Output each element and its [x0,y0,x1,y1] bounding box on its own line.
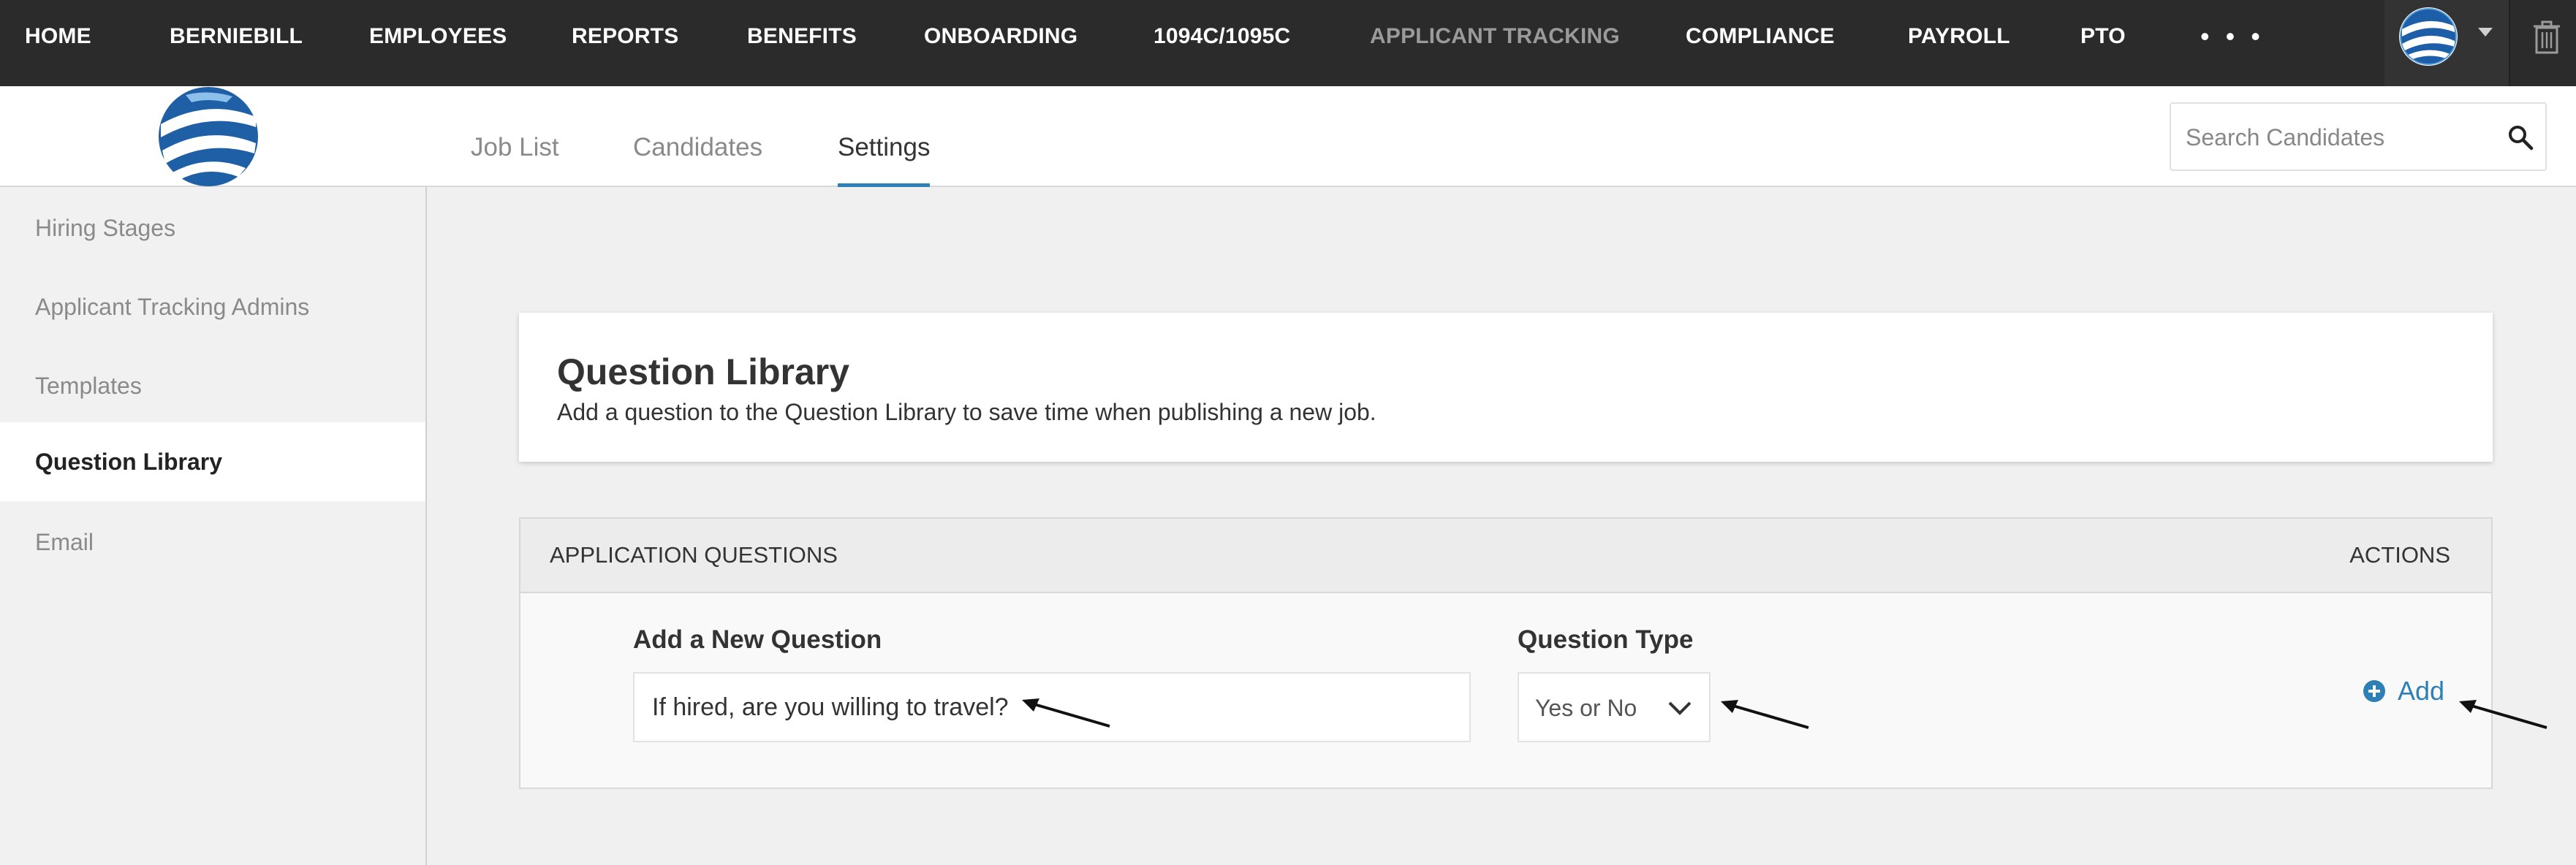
user-menu[interactable] [2384,0,2509,86]
globe-logo-icon [2400,8,2457,65]
nav-1094c-1095c[interactable]: 1094C/1095C [1153,0,1290,73]
panel-header: APPLICATION QUESTIONS ACTIONS [520,519,2491,593]
question-type-select[interactable]: Yes or No [1518,672,1711,742]
nav-payroll[interactable]: PAYROLL [1908,0,2010,73]
nav-pto[interactable]: PTO [2080,0,2126,73]
settings-sidebar: Hiring Stages Applicant Tracking Admins … [0,187,427,865]
annotation-arrow-icon [2459,700,2547,729]
new-question-label: Add a New Question [633,625,882,654]
annotation-arrow-icon [1022,698,1110,728]
page-title: Question Library [557,351,850,392]
top-navigation: HOME BERNIEBILL EMPLOYEES REPORTS BENEFI… [0,0,2576,86]
sidebar-item-question-library[interactable]: Question Library [0,422,425,501]
question-library-card: Question Library Add a question to the Q… [519,313,2493,462]
page-description: Add a question to the Question Library t… [557,399,1376,425]
annotation-arrow-icon [1721,700,1809,729]
application-questions-panel: APPLICATION QUESTIONS ACTIONS Add a New … [519,517,2493,789]
chevron-down-icon [2478,28,2493,37]
actions-heading: ACTIONS [2349,542,2450,568]
nav-benefits[interactable]: BENEFITS [747,0,857,73]
company-logo [156,85,260,188]
nav-compliance[interactable]: COMPLIANCE [1686,0,1835,73]
sidebar-item-email[interactable]: Email [0,503,425,582]
nav-onboarding[interactable]: ONBOARDING [924,0,1077,73]
search-box [2170,102,2547,171]
tab-job-list[interactable]: Job List [471,86,559,187]
chevron-down-icon [1668,701,1692,715]
sidebar-item-hiring-stages[interactable]: Hiring Stages [0,188,425,267]
avatar [2399,7,2458,66]
nav-divider [2509,0,2510,86]
search-icon[interactable] [2507,124,2534,150]
application-questions-heading: APPLICATION QUESTIONS [550,542,838,568]
nav-applicant-tracking[interactable]: APPLICANT TRACKING [1370,0,1620,73]
more-menu-button[interactable]: • • • [2200,0,2265,73]
nav-berniebill[interactable]: BERNIEBILL [170,0,303,73]
globe-logo-icon [159,87,258,186]
question-type-value: Yes or No [1535,695,1637,721]
tab-settings[interactable]: Settings [838,86,931,187]
question-type-label: Question Type [1518,625,1694,654]
sidebar-item-applicant-tracking-admins[interactable]: Applicant Tracking Admins [0,267,425,346]
nav-home[interactable]: HOME [25,0,91,73]
tab-candidates[interactable]: Candidates [633,86,762,187]
nav-employees[interactable]: EMPLOYEES [369,0,507,73]
search-input[interactable] [2186,118,2493,156]
nav-reports[interactable]: REPORTS [572,0,678,73]
plus-circle-icon [2363,680,2385,702]
trash-icon[interactable] [2532,20,2561,56]
sidebar-item-templates[interactable]: Templates [0,346,425,425]
add-label: Add [2398,676,2445,706]
